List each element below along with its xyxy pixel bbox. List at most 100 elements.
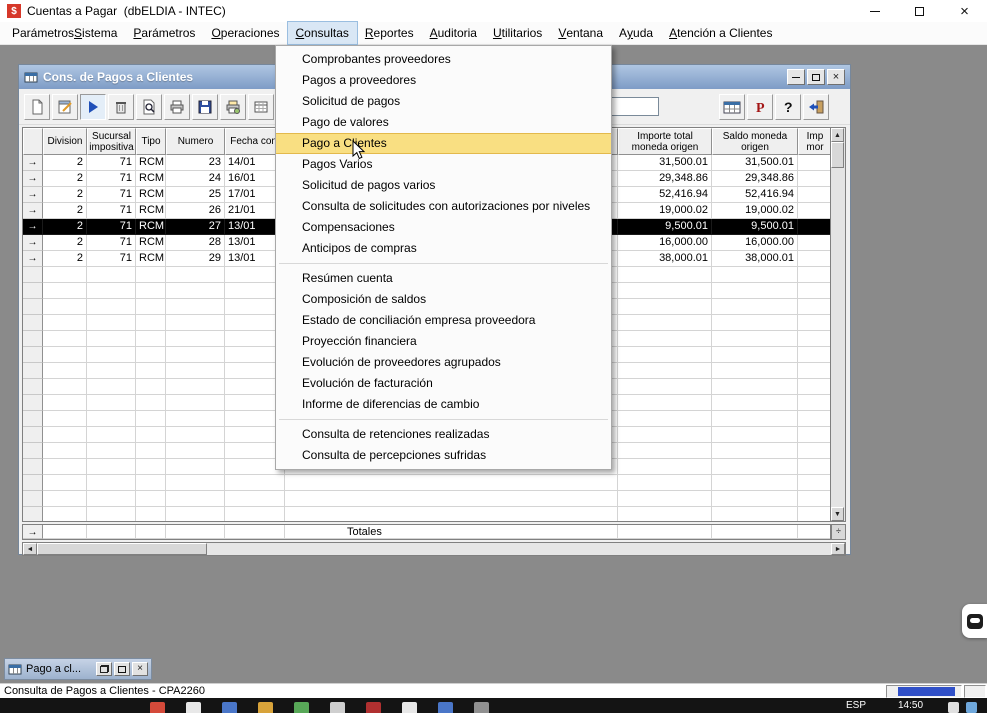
exit-button[interactable] [803,94,829,120]
menu-item-consulta-de-percepciones-sufridas[interactable]: Consulta de percepciones sufridas [276,445,611,466]
column-header-division[interactable]: Division [43,128,87,155]
minimize-button[interactable] [852,0,897,22]
cell-imp [798,363,831,379]
menu-item-pago-a-clientes[interactable]: Pago a Clientes [276,133,611,154]
menu-item-compensaciones[interactable]: Compensaciones [276,217,611,238]
edit-button[interactable] [52,94,78,120]
maximize-button[interactable] [114,662,130,676]
column-header-marker[interactable] [23,128,43,155]
column-header-importe[interactable]: Importe total moneda origen [618,128,712,155]
scroll-up-icon[interactable] [831,128,844,142]
print-button[interactable] [164,94,190,120]
taskbar-icon[interactable] [402,702,417,713]
menu-item-estado-de-conciliacion-empresa-proveedora[interactable]: Estado de conciliación empresa proveedor… [276,310,611,331]
menubar-item-parametros-sistema[interactable]: Parámetros Sistema [4,22,125,44]
cell-numero [166,507,225,522]
menu-item-pagos-a-proveedores[interactable]: Pagos a proveedores [276,70,611,91]
menubar-item-ventana[interactable]: Ventana [550,22,611,44]
close-icon: × [833,72,839,83]
column-header-imp[interactable]: Imp mor [798,128,831,155]
new-button[interactable] [24,94,50,120]
taskbar-icon[interactable] [330,702,345,713]
menu-item-consulta-de-retenciones-realizadas[interactable]: Consulta de retenciones realizadas [276,424,611,445]
totals-cell-importe [618,525,712,539]
restore-button[interactable] [96,662,112,676]
preview-button[interactable] [136,94,162,120]
child-close-button[interactable]: × [827,69,845,85]
export-button[interactable] [248,94,274,120]
column-header-sucursal[interactable]: Sucursal impositiva [87,128,136,155]
menu-item-solicitud-de-pagos[interactable]: Solicitud de pagos [276,91,611,112]
cell-sucursal: 71 [87,171,136,187]
menubar-item-parametros[interactable]: Parámetros [125,22,203,44]
menu-item-consulta-de-solicitudes-con-autorizaciones-por-niveles[interactable]: Consulta de solicitudes con autorizacion… [276,196,611,217]
currency-p-button[interactable]: P [747,94,773,120]
close-button[interactable]: × [132,662,148,676]
menubar-item-consultas[interactable]: Consultas [288,22,357,44]
menu-item-comprobantes-proveedores[interactable]: Comprobantes proveedores [276,49,611,70]
vertical-scroll-thumb[interactable] [831,142,844,168]
menu-item-pago-de-valores[interactable]: Pago de valores [276,112,611,133]
child-minimize-button[interactable] [787,69,805,85]
cell-imp [798,251,831,267]
horizontal-scroll-thumb[interactable] [37,543,207,555]
menubar-item-utilitarios[interactable]: Utilitarios [485,22,550,44]
table-button[interactable] [719,94,745,120]
delete-button[interactable] [108,94,134,120]
cell-importe [618,315,712,331]
menu-item-evolucion-de-facturacion[interactable]: Evolución de facturación [276,373,611,394]
taskbar-icon[interactable] [294,702,309,713]
close-button[interactable]: × [942,0,987,22]
cell-importe: 16,000.00 [618,235,712,251]
minimized-window-pago[interactable]: Pago a cl... × [4,658,152,680]
cell-hidden [285,491,618,507]
menu-item-resumen-cuenta[interactable]: Resúmen cuenta [276,268,611,289]
menubar-item-atencion-a-clientes[interactable]: Atención a Clientes [661,22,780,44]
menu-item-anticipos-de-compras[interactable]: Anticipos de compras [276,238,611,259]
menubar-item-reportes[interactable]: Reportes [357,22,422,44]
cell-marker [23,459,43,475]
scroll-down-icon[interactable] [831,507,844,521]
chat-widget[interactable] [962,604,987,638]
scroll-right-icon[interactable] [831,543,845,555]
maximize-icon [915,7,924,16]
menu-item-evolucion-de-proveedores-agrupados[interactable]: Evolución de proveedores agrupados [276,352,611,373]
clock[interactable]: 14:50 [898,700,923,711]
run-button[interactable] [80,94,106,120]
tray-icon[interactable] [948,702,959,713]
menu-item-solicitud-de-pagos-varios[interactable]: Solicitud de pagos varios [276,175,611,196]
cell-numero: 23 [166,155,225,171]
run-icon [85,99,101,115]
menu-separator [276,415,611,424]
horizontal-scrollbar[interactable] [22,542,846,556]
print-setup-button[interactable] [220,94,246,120]
help-button[interactable]: ? [775,94,801,120]
menubar-item-ayuda[interactable]: Ayuda [611,22,661,44]
cell-division [43,299,87,315]
vertical-scrollbar[interactable] [831,127,846,522]
taskbar-icon[interactable] [222,702,237,713]
taskbar-icon[interactable] [258,702,273,713]
column-header-numero[interactable]: Numero [166,128,225,155]
tray-icon[interactable] [966,702,977,713]
child-maximize-button[interactable] [807,69,825,85]
menu-item-pagos-varios[interactable]: Pagos Varios [276,154,611,175]
maximize-button[interactable] [897,0,942,22]
scroll-left-icon[interactable] [23,543,37,555]
menu-item-composicion-de-saldos[interactable]: Composición de saldos [276,289,611,310]
menu-item-proyeccion-financiera[interactable]: Proyección financiera [276,331,611,352]
menubar-item-operaciones[interactable]: Operaciones [203,22,287,44]
cell-tipo: RCM [136,203,166,219]
column-header-saldo[interactable]: Saldo moneda origen [712,128,798,155]
maximize-icon [812,74,820,81]
taskbar-icon[interactable] [150,702,165,713]
taskbar-icon[interactable] [474,702,489,713]
language-indicator[interactable]: ESP [846,700,866,711]
menu-item-informe-de-diferencias-de-cambio[interactable]: Informe de diferencias de cambio [276,394,611,415]
taskbar-icon[interactable] [438,702,453,713]
column-header-tipo[interactable]: Tipo [136,128,166,155]
taskbar-icon[interactable] [186,702,201,713]
menubar-item-auditoria[interactable]: Auditoria [422,22,485,44]
taskbar-icon[interactable] [366,702,381,713]
save-button[interactable] [192,94,218,120]
